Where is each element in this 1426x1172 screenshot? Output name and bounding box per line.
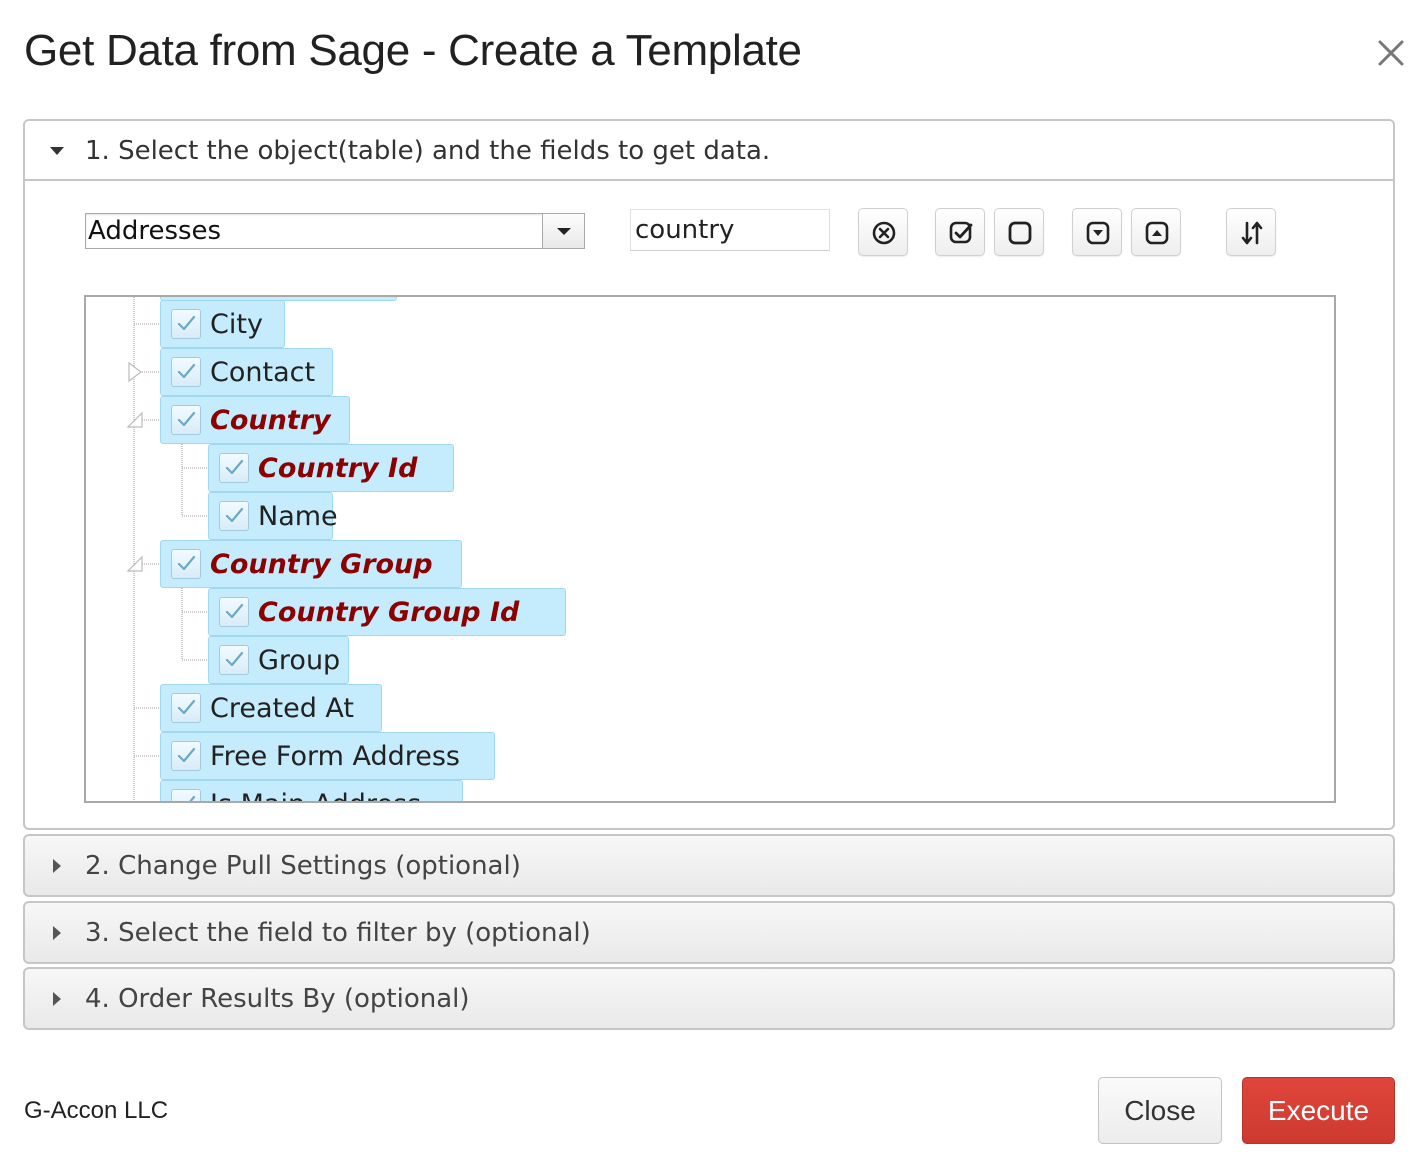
expand-all-button[interactable] <box>1072 208 1122 256</box>
checkbox-checked-icon[interactable] <box>171 789 201 801</box>
collapse-all-button[interactable] <box>1131 208 1181 256</box>
tree-node-label: City <box>210 309 263 340</box>
close-icon[interactable] <box>1372 34 1410 72</box>
section-select-object: 1. Select the object(table) and the fiel… <box>23 119 1395 830</box>
expand-all-icon <box>1086 221 1110 245</box>
tree-node[interactable]: Group <box>208 636 349 684</box>
checkbox-checked-icon[interactable] <box>171 549 201 579</box>
tree-node[interactable]: Contact <box>160 348 333 396</box>
tree-node[interactable]: Is Main Address <box>160 780 463 801</box>
section-3-header[interactable]: 3. Select the field to filter by (option… <box>25 903 1393 962</box>
checkbox-checked-icon[interactable] <box>219 501 249 531</box>
field-search-input[interactable] <box>630 209 830 251</box>
close-button[interactable]: Close <box>1098 1077 1222 1144</box>
expand-arrow-icon[interactable] <box>124 361 146 383</box>
checkbox-checked-icon[interactable] <box>171 741 201 771</box>
tree-node-label: Created At <box>210 693 355 724</box>
section-order-by[interactable]: 4. Order Results By (optional) <box>23 967 1395 1030</box>
clear-search-button[interactable] <box>858 208 908 256</box>
checkbox-checked-icon[interactable] <box>171 309 201 339</box>
caret-right-icon <box>53 859 61 873</box>
tree-node-label: Country Id <box>258 453 418 484</box>
tree-node[interactable]: Country Group <box>160 540 462 588</box>
tree-node-label: Country Group Id <box>258 597 520 628</box>
execute-button[interactable]: Execute <box>1242 1077 1395 1144</box>
chevron-down-icon <box>557 228 571 235</box>
caret-down-icon <box>50 147 64 155</box>
uncheck-all-icon <box>1008 221 1032 245</box>
tree-node[interactable]: Country Group Id <box>208 588 566 636</box>
checkbox-checked-icon[interactable] <box>171 357 201 387</box>
tree-node[interactable]: Name <box>208 492 338 540</box>
select-arrow[interactable] <box>542 214 584 248</box>
section-4-header[interactable]: 4. Order Results By (optional) <box>25 969 1393 1028</box>
tree-node-label: Free Form Address <box>210 741 461 772</box>
tree-node[interactable]: Country Id <box>208 444 454 492</box>
tree-node-label: Contact <box>210 357 316 388</box>
tree-node[interactable]: Country <box>160 396 350 444</box>
sort-icon <box>1241 221 1263 245</box>
section-1-title: 1. Select the object(table) and the fiel… <box>85 136 771 166</box>
checkbox-checked-icon[interactable] <box>219 453 249 483</box>
check-all-button[interactable] <box>935 208 985 256</box>
uncheck-all-button[interactable] <box>994 208 1044 256</box>
dialog-title: Get Data from Sage - Create a Template <box>24 26 802 75</box>
checkbox-checked-icon[interactable] <box>171 405 201 435</box>
checkbox-checked-icon[interactable] <box>219 645 249 675</box>
section-filter-by[interactable]: 3. Select the field to filter by (option… <box>23 901 1395 964</box>
tree-node-label: Group <box>258 645 341 676</box>
tree-node[interactable]: Free Form Address <box>160 732 495 780</box>
check-all-icon <box>949 221 973 244</box>
clear-search-icon <box>872 221 896 245</box>
section-pull-settings[interactable]: 2. Change Pull Settings (optional) <box>23 834 1395 897</box>
company-name: G-Accon LLC <box>24 1097 169 1124</box>
collapse-arrow-icon[interactable] <box>124 553 146 575</box>
tree-node-label: Name <box>258 501 338 532</box>
checkbox-checked-icon[interactable] <box>171 693 201 723</box>
collapse-arrow-icon[interactable] <box>124 409 146 431</box>
section-1-header[interactable]: 1. Select the object(table) and the fiel… <box>25 121 1393 181</box>
caret-right-icon <box>53 926 61 940</box>
collapse-all-icon <box>1145 221 1169 245</box>
tree-node-label: Country <box>210 405 331 436</box>
checkbox-checked-icon[interactable] <box>219 597 249 627</box>
tree-node-label: Country Group <box>210 549 433 580</box>
tree-node-label: Is Main Address <box>210 789 421 801</box>
section-3-title: 3. Select the field to filter by (option… <box>85 918 591 948</box>
caret-right-icon <box>53 992 61 1006</box>
field-tree[interactable]: City Contact Country Country Id Name Country … <box>84 295 1336 803</box>
tree-node[interactable]: Created At <box>160 684 382 732</box>
object-select[interactable]: Addresses <box>85 213 585 249</box>
tree-node[interactable]: City <box>160 300 285 348</box>
section-2-title: 2. Change Pull Settings (optional) <box>85 851 521 881</box>
section-4-title: 4. Order Results By (optional) <box>85 984 470 1014</box>
object-select-value: Addresses <box>88 216 222 246</box>
section-2-header[interactable]: 2. Change Pull Settings (optional) <box>25 836 1393 895</box>
sort-button[interactable] <box>1226 208 1276 256</box>
